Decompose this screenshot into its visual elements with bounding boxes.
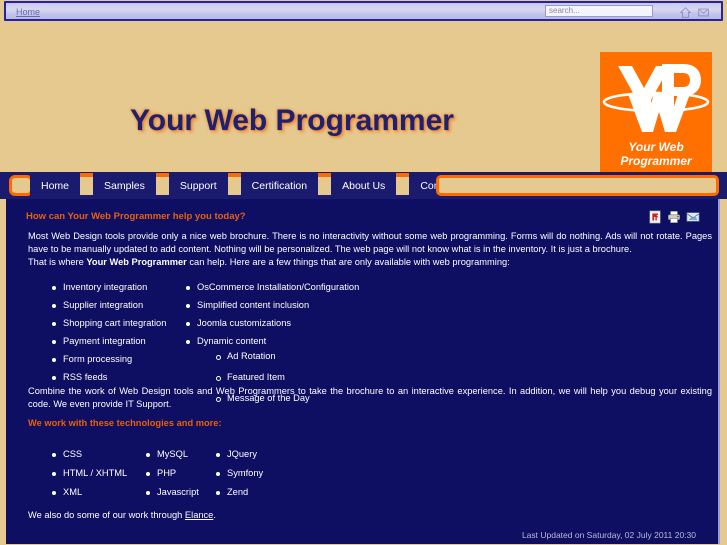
site-header: Your Web Programmer Your Web Programmer	[0, 22, 727, 182]
logo-text-line2: Programmer	[620, 154, 692, 168]
technology-list-column-2: MySQL PHP Javascript	[144, 449, 224, 506]
list-item: Shopping cart integration	[50, 318, 190, 329]
main-navigation: Home Samples Support Certification About…	[0, 172, 727, 199]
list-item: Ad Rotation	[214, 351, 384, 362]
nav-separator	[80, 173, 94, 195]
ywp-logo-icon	[602, 64, 710, 132]
logo-text-line1: Your Web	[628, 140, 684, 154]
list-item: Dynamic content Ad Rotation Featured Ite…	[184, 336, 384, 403]
elance-prefix: We also do some of our work through	[28, 510, 185, 520]
list-item: Javascript	[144, 487, 224, 498]
list-item: Featured Item	[214, 372, 384, 383]
list-item: OsCommerce Installation/Configuration	[184, 282, 384, 293]
list-item: Payment integration	[50, 336, 190, 347]
feature-list-column-1: Inventory integration Supplier integrati…	[50, 282, 190, 390]
list-item: XML	[50, 487, 145, 498]
nav-separator	[155, 173, 169, 195]
list-item: Joomla customizations	[184, 318, 384, 329]
list-item: Form processing	[50, 354, 190, 365]
nav-separator	[227, 173, 241, 195]
list-item: Simplified content inclusion	[184, 300, 384, 311]
list-item: Supplier integration	[50, 300, 190, 311]
last-updated-text: Last Updated on Saturday, 02 July 2011 2…	[521, 530, 696, 540]
nav-tab-list: Home Samples Support Certification About…	[30, 172, 484, 199]
nav-separator	[396, 173, 410, 195]
page-root: Home Your Web Programmer Your W	[0, 0, 727, 545]
email-icon[interactable]	[686, 210, 700, 224]
list-item: RSS feeds	[50, 372, 190, 383]
list-item: Symfony	[214, 468, 294, 479]
nav-item-support[interactable]: Support	[168, 172, 228, 199]
paragraph-2-suffix: can help. Here are a few things that are…	[186, 257, 510, 267]
paragraph-2-emphasis: Your Web Programmer	[86, 257, 187, 267]
nav-item-samples[interactable]: Samples	[93, 172, 156, 199]
list-item: JQuery	[214, 449, 294, 460]
mail-icon[interactable]	[698, 7, 709, 18]
nav-separator	[318, 173, 332, 195]
elance-link[interactable]: Elance	[185, 510, 213, 520]
list-item: Zend	[214, 487, 294, 498]
article-paragraph-1: Most Web Design tools provide only a nic…	[28, 231, 712, 254]
list-item: PHP	[144, 468, 224, 479]
list-item: HTML / XHTML	[50, 468, 145, 479]
list-item: MySQL	[144, 449, 224, 460]
article-heading: How can Your Web Programmer help you tod…	[26, 211, 246, 222]
elance-suffix: .	[213, 510, 216, 520]
site-logo[interactable]: Your Web Programmer	[600, 52, 712, 182]
technology-list-column-3: JQuery Symfony Zend	[214, 449, 294, 506]
print-icon[interactable]	[667, 210, 681, 224]
top-utility-bar: Home	[4, 1, 723, 21]
nav-right-decoration	[436, 175, 719, 196]
list-item-label: Dynamic content	[197, 336, 267, 346]
breadcrumb-home[interactable]: Home	[16, 7, 40, 17]
nav-item-home[interactable]: Home	[30, 172, 81, 199]
list-item: CSS	[50, 449, 145, 460]
nav-item-certification[interactable]: Certification	[240, 172, 319, 199]
nav-item-about-us[interactable]: About Us	[331, 172, 397, 199]
paragraph-2-prefix: That is where	[28, 257, 87, 267]
technology-list-column-1: CSS HTML / XHTML XML	[50, 449, 145, 506]
logo-text: Your Web Programmer	[600, 140, 712, 168]
article-paragraph-3: Combine the work of Web Design tools and…	[28, 386, 712, 409]
home-icon[interactable]	[680, 7, 691, 18]
pdf-icon[interactable]	[648, 210, 662, 224]
article-paragraph-2: That is where Your Web Programmer can he…	[28, 256, 712, 269]
list-item: Inventory integration	[50, 282, 190, 293]
feature-list-column-2: OsCommerce Installation/Configuration Si…	[184, 282, 384, 403]
article-content: How can Your Web Programmer help you tod…	[6, 199, 720, 544]
article-action-icons	[648, 210, 700, 224]
search-input[interactable]	[545, 5, 653, 17]
technologies-heading: We work with these technologies and more…	[28, 418, 222, 428]
elance-line: We also do some of our work through Elan…	[28, 510, 216, 520]
page-title: Your Web Programmer	[130, 104, 454, 137]
